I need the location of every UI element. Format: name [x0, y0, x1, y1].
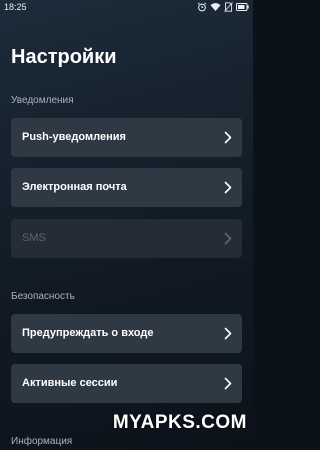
no-sim-icon	[224, 2, 233, 12]
login-warning-label: Предупреждать о входе	[22, 327, 154, 339]
chevron-right-icon	[224, 327, 232, 340]
push-notifications-row[interactable]: Push-уведомления	[11, 118, 242, 157]
page-title: Настройки	[11, 46, 117, 68]
chevron-right-icon	[224, 377, 232, 390]
active-sessions-row[interactable]: Активные сессии	[11, 364, 242, 403]
chevron-right-icon	[224, 131, 232, 144]
watermark-text: MYAPKS.COM	[112, 412, 247, 433]
wifi-icon	[210, 3, 221, 11]
section-header-notifications: Уведомления	[11, 95, 74, 106]
email-label: Электронная почта	[22, 181, 127, 193]
status-icons	[197, 2, 249, 12]
push-notifications-label: Push-уведомления	[22, 131, 126, 143]
sms-label: SMS	[22, 232, 46, 244]
email-row[interactable]: Электронная почта	[11, 168, 242, 207]
active-sessions-label: Активные сессии	[22, 377, 118, 389]
chevron-right-icon	[224, 232, 232, 245]
battery-icon	[236, 3, 249, 11]
settings-screen: 18:25 Настройки Уведомления Push-уведомл…	[0, 0, 253, 450]
sms-row[interactable]: SMS	[11, 219, 242, 258]
section-header-security: Безопасность	[11, 291, 75, 302]
alarm-icon	[197, 2, 207, 12]
login-warning-row[interactable]: Предупреждать о входе	[11, 314, 242, 353]
chevron-right-icon	[224, 181, 232, 194]
status-bar: 18:25	[0, 0, 253, 14]
status-time: 18:25	[4, 2, 27, 12]
section-header-info: Информация	[11, 436, 73, 447]
